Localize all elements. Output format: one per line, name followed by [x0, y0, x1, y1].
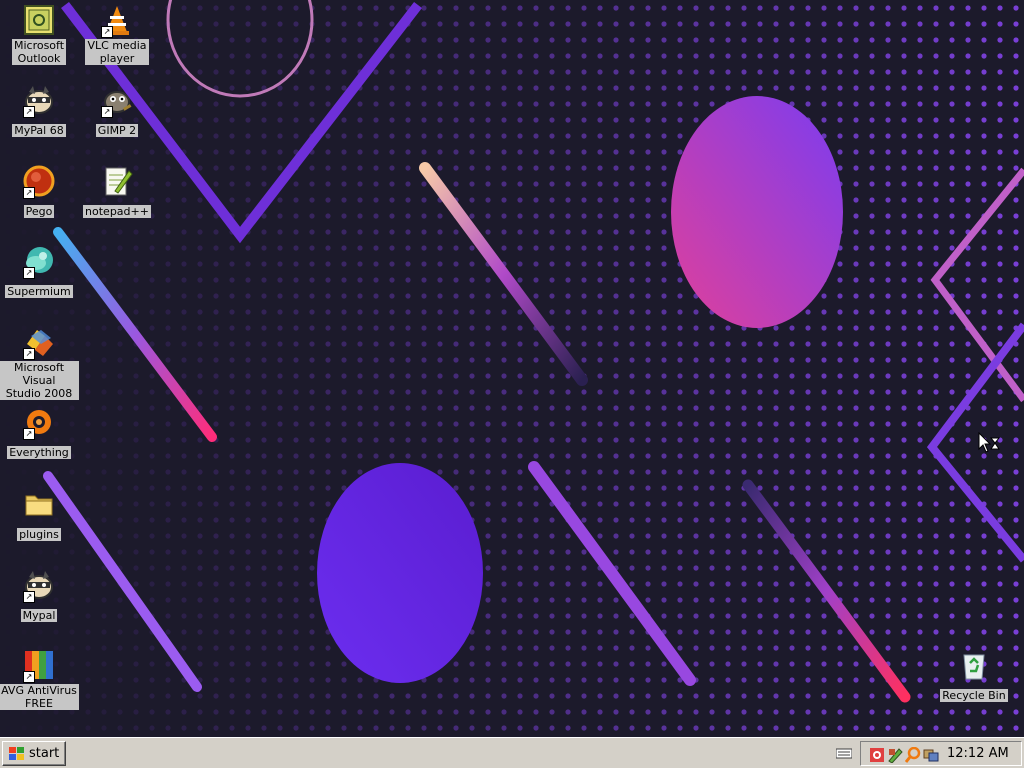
desktop-icon-vs2008[interactable]: ↗ Microsoft Visual Studio 2008	[0, 326, 79, 401]
taskbar: start 12:12 AM	[0, 737, 1024, 768]
shortcut-arrow-icon: ↗	[23, 187, 35, 199]
windows-logo-icon	[9, 746, 24, 760]
search-icon[interactable]	[905, 747, 921, 763]
shortcut-arrow-icon: ↗	[23, 671, 35, 683]
desktop-icon-label: notepad++	[83, 205, 151, 218]
keyboard-icon[interactable]	[836, 747, 852, 759]
system-tray: 12:12 AM	[860, 741, 1022, 766]
desktop-icon-gimp[interactable]: ↗ GIMP 2	[77, 84, 157, 138]
shortcut-arrow-icon: ↗	[23, 591, 35, 603]
shortcut-arrow-icon: ↗	[23, 428, 35, 440]
shortcut-arrow-icon: ↗	[23, 106, 35, 118]
desktop-icon-label: plugins	[17, 528, 61, 541]
folder-icon	[25, 495, 53, 516]
clock[interactable]: 12:12 AM	[947, 746, 1009, 761]
desktop-icon-avg[interactable]: ↗ AVG AntiVirus FREE	[0, 649, 79, 711]
pencil-icon[interactable]	[887, 747, 903, 763]
shortcut-arrow-icon: ↗	[101, 106, 113, 118]
desktop-icon-label: VLC media player	[85, 39, 149, 65]
desktop-icon-label: Recycle Bin	[940, 689, 1008, 702]
start-label: start	[29, 746, 60, 761]
shortcut-arrow-icon: ↗	[101, 26, 113, 38]
shortcut-arrow-icon: ↗	[23, 348, 35, 360]
desktop-icon-recycle-bin[interactable]: Recycle Bin	[934, 649, 1014, 703]
desktop-icon-label: Microsoft Outlook	[11, 39, 67, 65]
outlook-icon	[24, 5, 54, 35]
start-button[interactable]: start	[2, 741, 66, 766]
desktop-icon-plugins[interactable]: plugins	[0, 488, 79, 542]
desktop-icon-mypal68[interactable]: ↗ MyPal 68	[0, 84, 79, 138]
desktop-icon-supermium[interactable]: ↗ Supermium	[0, 245, 79, 299]
desktop-icon-outlook[interactable]: Microsoft Outlook	[0, 4, 79, 66]
desktop-icon-label: MyPal 68	[12, 124, 66, 137]
notepad-icon	[105, 167, 133, 196]
desktop-icon-label: Mypal	[20, 609, 58, 622]
desktop-icon-vlc[interactable]: ↗ VLC media player	[77, 4, 157, 66]
desktop-icon-label: Pego	[23, 205, 55, 218]
shortcut-arrow-icon: ↗	[23, 267, 35, 279]
busy-cursor-icon	[978, 432, 1000, 453]
desktop-icon-everything[interactable]: ↗ Everything	[0, 406, 79, 460]
recycle-bin-icon	[963, 654, 985, 680]
desktop-icon-pego[interactable]: ↗ Pego	[0, 165, 79, 219]
desktop-icon-label: Supermium	[5, 285, 73, 298]
desktop-icon-label: GIMP 2	[95, 124, 139, 137]
desktop-icon-label: Everything	[7, 446, 71, 459]
desktop-icon-label: Microsoft Visual Studio 2008	[0, 361, 79, 400]
desktop-icon-label: AVG AntiVirus FREE	[0, 684, 79, 710]
shield-icon[interactable]	[869, 747, 885, 763]
network-icon[interactable]	[923, 747, 939, 763]
desktop-icon-notepadpp[interactable]: notepad++	[77, 165, 157, 219]
desktop-icon-mypal[interactable]: ↗ Mypal	[0, 569, 79, 623]
